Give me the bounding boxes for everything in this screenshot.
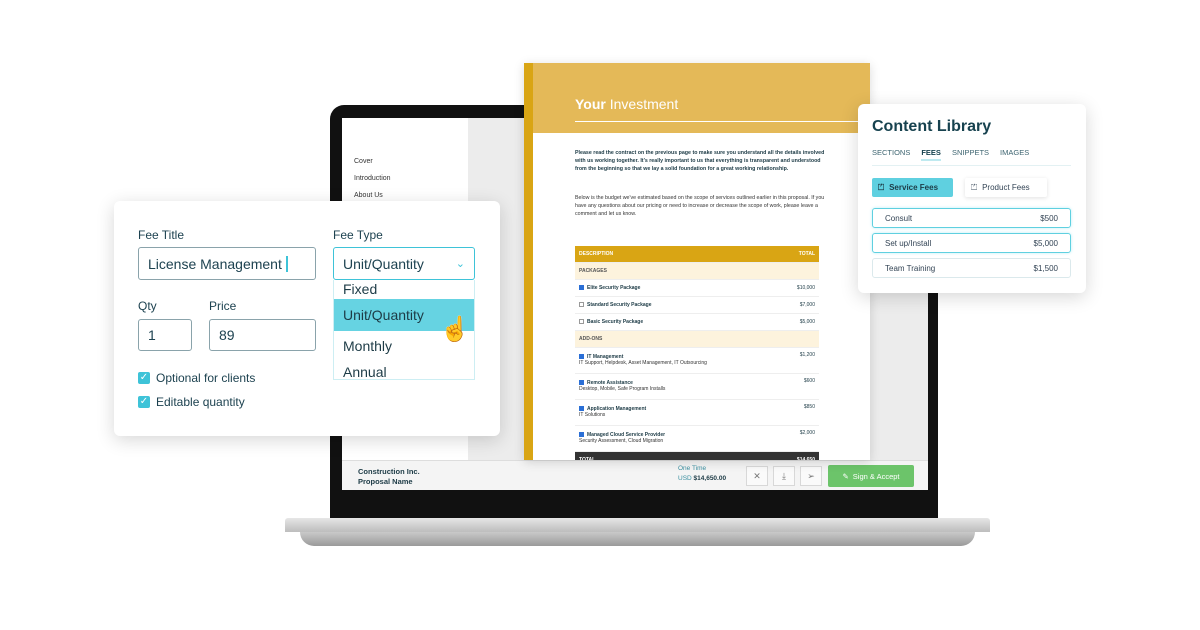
optional-checkbox[interactable]: ✓ Optional for clients	[138, 371, 255, 385]
laptop-base-bottom	[300, 532, 975, 546]
tab-sections[interactable]: SECTIONS	[872, 148, 910, 161]
proposal-name: Proposal Name	[358, 477, 413, 486]
pen-icon: ✎	[842, 471, 849, 481]
download-icon: ⤓	[782, 470, 786, 481]
tab-snippets[interactable]: SNIPPETS	[952, 148, 989, 161]
header-description: DESCRIPTION	[575, 246, 780, 263]
total-value: $14,650	[779, 451, 819, 460]
addon-row: Managed Cloud Service Provider Security A…	[575, 425, 819, 452]
chevron-down-icon: ⌄	[455, 258, 465, 270]
addon-checkbox[interactable]	[579, 406, 584, 412]
fee-type-label: Fee Type	[333, 228, 383, 242]
document-header: Your Investment	[533, 63, 870, 133]
library-fee-item[interactable]: Team Training $1,500	[872, 258, 1071, 278]
package-checkbox[interactable]	[579, 318, 584, 324]
folder-icon: ⏍	[878, 182, 885, 192]
price-input[interactable]: 89	[209, 319, 316, 351]
qty-input[interactable]: 1	[138, 319, 192, 351]
packages-section: PACKAGES	[575, 262, 819, 280]
total-amount: $14,650.00	[693, 475, 727, 482]
sign-accept-button[interactable]: ✎ Sign & Accept	[828, 465, 914, 487]
tab-images[interactable]: IMAGES	[1000, 148, 1029, 161]
addon-row: Remote Assistance Desktop, Mobile, Safe P…	[575, 373, 819, 400]
pricing-table: DESCRIPTION TOTAL PACKAGES Elite Security…	[575, 246, 819, 460]
laptop-base	[285, 518, 990, 532]
option-annual[interactable]: Annual	[343, 364, 387, 379]
addon-checkbox[interactable]	[579, 432, 584, 438]
package-checkbox[interactable]	[579, 284, 584, 290]
addon-checkbox[interactable]	[579, 380, 584, 386]
close-button[interactable]: ✕	[746, 466, 768, 486]
price-label: Price	[209, 299, 237, 313]
folder-icon: ⏍	[971, 182, 978, 192]
folder-product-fees[interactable]: ⏍ Product Fees	[965, 178, 1047, 197]
checkmark-icon: ✓	[138, 372, 150, 384]
hand-cursor-icon: ☝	[440, 316, 470, 343]
addon-row: IT Management IT Support, Helpdesk, Asset…	[575, 347, 819, 374]
fee-type-select[interactable]: Unit/Quantity ⌄	[333, 247, 475, 280]
option-fixed[interactable]: Fixed	[343, 281, 377, 297]
library-title: Content Library	[872, 118, 992, 135]
addon-checkbox[interactable]	[579, 354, 584, 360]
document-title: Your Investment	[575, 96, 679, 112]
folder-service-fees[interactable]: ⏍ Service Fees	[872, 178, 953, 197]
checkmark-icon: ✓	[138, 396, 150, 408]
package-checkbox[interactable]	[579, 301, 584, 307]
addon-row: Application Management IT Solutions $850	[575, 399, 819, 426]
sign-accept-label: Sign & Accept	[852, 471, 900, 481]
addons-section: ADD-ONS	[575, 330, 819, 348]
download-button[interactable]: ⤓	[773, 466, 795, 486]
intro-paragraph: Please read the contract on the previous…	[575, 150, 825, 172]
payment-term: One Time	[678, 465, 707, 472]
qty-label: Qty	[138, 299, 157, 313]
fee-editor-card: Fee Title License Management Fee Type Un…	[114, 201, 500, 436]
sidebar-item-cover[interactable]: Cover	[354, 158, 373, 165]
send-icon: ➢	[807, 470, 815, 481]
sidebar-item-about-us[interactable]: About Us	[354, 192, 383, 199]
library-fee-item[interactable]: Set up/Install $5,000	[872, 233, 1071, 253]
proposal-bottom-bar: Construction Inc. Proposal Name One Time…	[342, 460, 928, 490]
fee-title-input[interactable]: License Management	[138, 247, 316, 280]
company-name: Construction Inc.	[358, 467, 420, 476]
proposal-document: Your Investment Please read the contract…	[524, 63, 870, 460]
package-row: Standard Security Package $7,000	[575, 296, 819, 314]
send-button[interactable]: ➢	[800, 466, 822, 486]
sidebar-item-introduction[interactable]: Introduction	[354, 175, 391, 182]
library-fee-item[interactable]: Consult $500	[872, 208, 1071, 228]
fee-title-label: Fee Title	[138, 228, 185, 242]
currency: USD	[678, 475, 692, 482]
close-icon: ✕	[753, 470, 761, 481]
library-tabs: SECTIONS FEES SNIPPETS IMAGES	[872, 148, 1029, 161]
package-row: Elite Security Package $10,000	[575, 279, 819, 297]
option-monthly[interactable]: Monthly	[343, 338, 392, 354]
package-row: Basic Security Package $5,000	[575, 313, 819, 331]
tab-fees[interactable]: FEES	[921, 148, 941, 161]
total-label: TOTAL	[575, 451, 780, 460]
header-total: TOTAL	[779, 246, 819, 263]
editable-quantity-checkbox[interactable]: ✓ Editable quantity	[138, 395, 245, 409]
content-library-panel: Content Library SECTIONS FEES SNIPPETS IMAG…	[858, 104, 1086, 293]
budget-paragraph: Below is the budget we've estimated base…	[575, 195, 825, 217]
